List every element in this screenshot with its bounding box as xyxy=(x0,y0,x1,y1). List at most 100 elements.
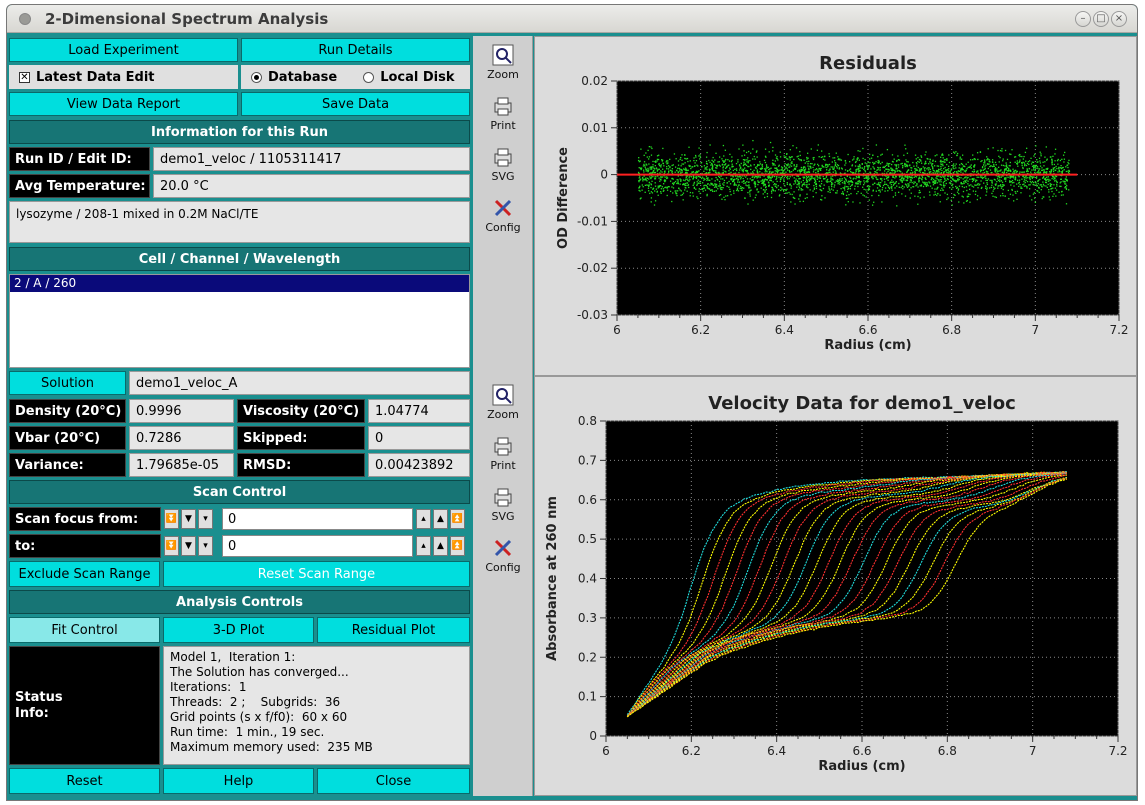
print-tool[interactable]: Print xyxy=(478,95,528,141)
fast-increment-icon[interactable]: ⏫ xyxy=(450,509,465,529)
residual-point xyxy=(794,180,796,182)
residual-point xyxy=(714,171,717,174)
residual-point xyxy=(983,177,985,179)
residual-point xyxy=(1052,195,1054,198)
residual-point xyxy=(740,185,742,188)
residual-point xyxy=(886,172,888,174)
svg-tool[interactable]: SVG xyxy=(478,146,528,192)
config-tool[interactable]: Config xyxy=(478,537,528,583)
increment-double-icon[interactable]: ▲ xyxy=(433,536,448,556)
3d-plot-button[interactable]: 3-D Plot xyxy=(163,617,314,643)
velocity-chart[interactable]: Velocity Data for demo1_veloc6 6.2 6.4 6.6 6… xyxy=(535,377,1136,795)
residual-point xyxy=(879,184,881,187)
residual-point xyxy=(829,191,831,194)
minimize-icon[interactable]: – xyxy=(1075,11,1091,27)
residual-point xyxy=(751,179,753,182)
decrement-icon[interactable]: ▾ xyxy=(198,509,213,529)
svg-label: SVG xyxy=(491,510,515,523)
increment-icon[interactable]: ▴ xyxy=(416,509,431,529)
residual-point xyxy=(820,189,823,192)
radio-selected-icon xyxy=(251,71,262,83)
residual-point xyxy=(777,185,779,187)
list-item[interactable]: 2 / A / 260 xyxy=(10,275,469,292)
residual-point xyxy=(689,179,691,181)
zoom-tool[interactable]: Zoom xyxy=(478,384,528,430)
residual-point xyxy=(1045,146,1047,148)
residual-point xyxy=(747,157,749,159)
load-experiment-button[interactable]: Load Experiment xyxy=(9,38,238,62)
reset-button[interactable]: Reset xyxy=(9,768,160,794)
residual-point xyxy=(910,192,912,194)
solution-button[interactable]: Solution xyxy=(9,371,126,395)
scan-from-input[interactable]: 0 xyxy=(222,508,413,530)
residual-point xyxy=(893,158,895,160)
close-icon[interactable]: × xyxy=(1111,11,1127,27)
residual-point xyxy=(885,164,888,166)
window-menu-icon[interactable] xyxy=(19,13,31,25)
svg-tool[interactable]: SVG xyxy=(478,486,528,532)
residual-point xyxy=(925,151,927,153)
residual-point xyxy=(1063,169,1065,171)
residual-point xyxy=(969,159,972,161)
residual-point xyxy=(792,145,794,147)
run-description[interactable]: lysozyme / 208-1 mixed in 0.2M NaCl/TE xyxy=(9,201,470,243)
database-radio[interactable]: Database xyxy=(251,70,337,85)
fast-decrement-icon[interactable]: ⏬ xyxy=(164,536,179,556)
residual-point xyxy=(897,164,900,166)
fast-decrement-icon[interactable]: ⏬ xyxy=(164,509,179,529)
residual-point xyxy=(1014,169,1017,172)
decrement-double-icon[interactable]: ▼ xyxy=(181,536,196,556)
residual-point xyxy=(932,168,934,170)
residual-point xyxy=(768,168,770,171)
config-tool[interactable]: Config xyxy=(478,197,528,243)
residual-point xyxy=(1046,158,1048,160)
residual-point xyxy=(809,177,811,179)
residual-point xyxy=(663,189,665,192)
residual-point xyxy=(764,161,767,164)
latest-edit-checkbox[interactable]: ✕ Latest Data Edit xyxy=(9,65,238,89)
residual-point xyxy=(940,189,942,191)
residual-point xyxy=(1019,155,1021,158)
residual-point xyxy=(699,180,701,183)
decrement-icon[interactable]: ▾ xyxy=(198,536,213,556)
residual-point xyxy=(741,181,743,183)
run-details-button[interactable]: Run Details xyxy=(241,38,470,62)
help-button[interactable]: Help xyxy=(163,768,314,794)
maximize-icon[interactable]: □ xyxy=(1093,11,1109,27)
residual-point xyxy=(879,189,881,191)
increment-double-icon[interactable]: ▲ xyxy=(433,509,448,529)
exclude-scan-range-button[interactable]: Exclude Scan Range xyxy=(9,561,160,587)
residual-point xyxy=(967,183,969,185)
fast-increment-icon[interactable]: ⏫ xyxy=(450,536,465,556)
residual-point xyxy=(832,189,834,191)
residual-point xyxy=(1044,156,1046,158)
residual-point xyxy=(759,163,762,165)
residual-point xyxy=(772,146,774,149)
save-data-button[interactable]: Save Data xyxy=(241,92,470,116)
residual-point xyxy=(799,195,801,197)
residual-point xyxy=(1039,160,1041,162)
residual-point xyxy=(728,160,731,162)
close-button[interactable]: Close xyxy=(317,768,470,794)
config-icon xyxy=(494,539,512,557)
local-disk-radio[interactable]: Local Disk xyxy=(363,70,455,85)
x-tick-label: 6.4 xyxy=(775,323,794,337)
decrement-double-icon[interactable]: ▼ xyxy=(181,509,196,529)
residual-point xyxy=(713,184,715,186)
scan-to-input[interactable]: 0 xyxy=(222,535,413,557)
reset-scan-range-button[interactable]: Reset Scan Range xyxy=(163,561,470,587)
residual-point xyxy=(1057,171,1059,173)
print-tool[interactable]: Print xyxy=(478,435,528,481)
residual-point xyxy=(971,180,974,183)
residual-plot-button[interactable]: Residual Plot xyxy=(317,617,470,643)
view-data-report-button[interactable]: View Data Report xyxy=(9,92,238,116)
residual-point xyxy=(774,160,777,162)
residual-point xyxy=(977,158,979,161)
residual-point xyxy=(1002,158,1004,160)
residuals-chart[interactable]: Residuals6 6.2 6.4 6.6 6.8 7 7.20.020.010-0.01… xyxy=(535,37,1136,375)
zoom-tool[interactable]: Zoom xyxy=(478,44,528,90)
fit-control-button[interactable]: Fit Control xyxy=(9,617,160,643)
increment-icon[interactable]: ▴ xyxy=(416,536,431,556)
residual-point xyxy=(704,178,706,180)
residual-point xyxy=(999,195,1002,197)
